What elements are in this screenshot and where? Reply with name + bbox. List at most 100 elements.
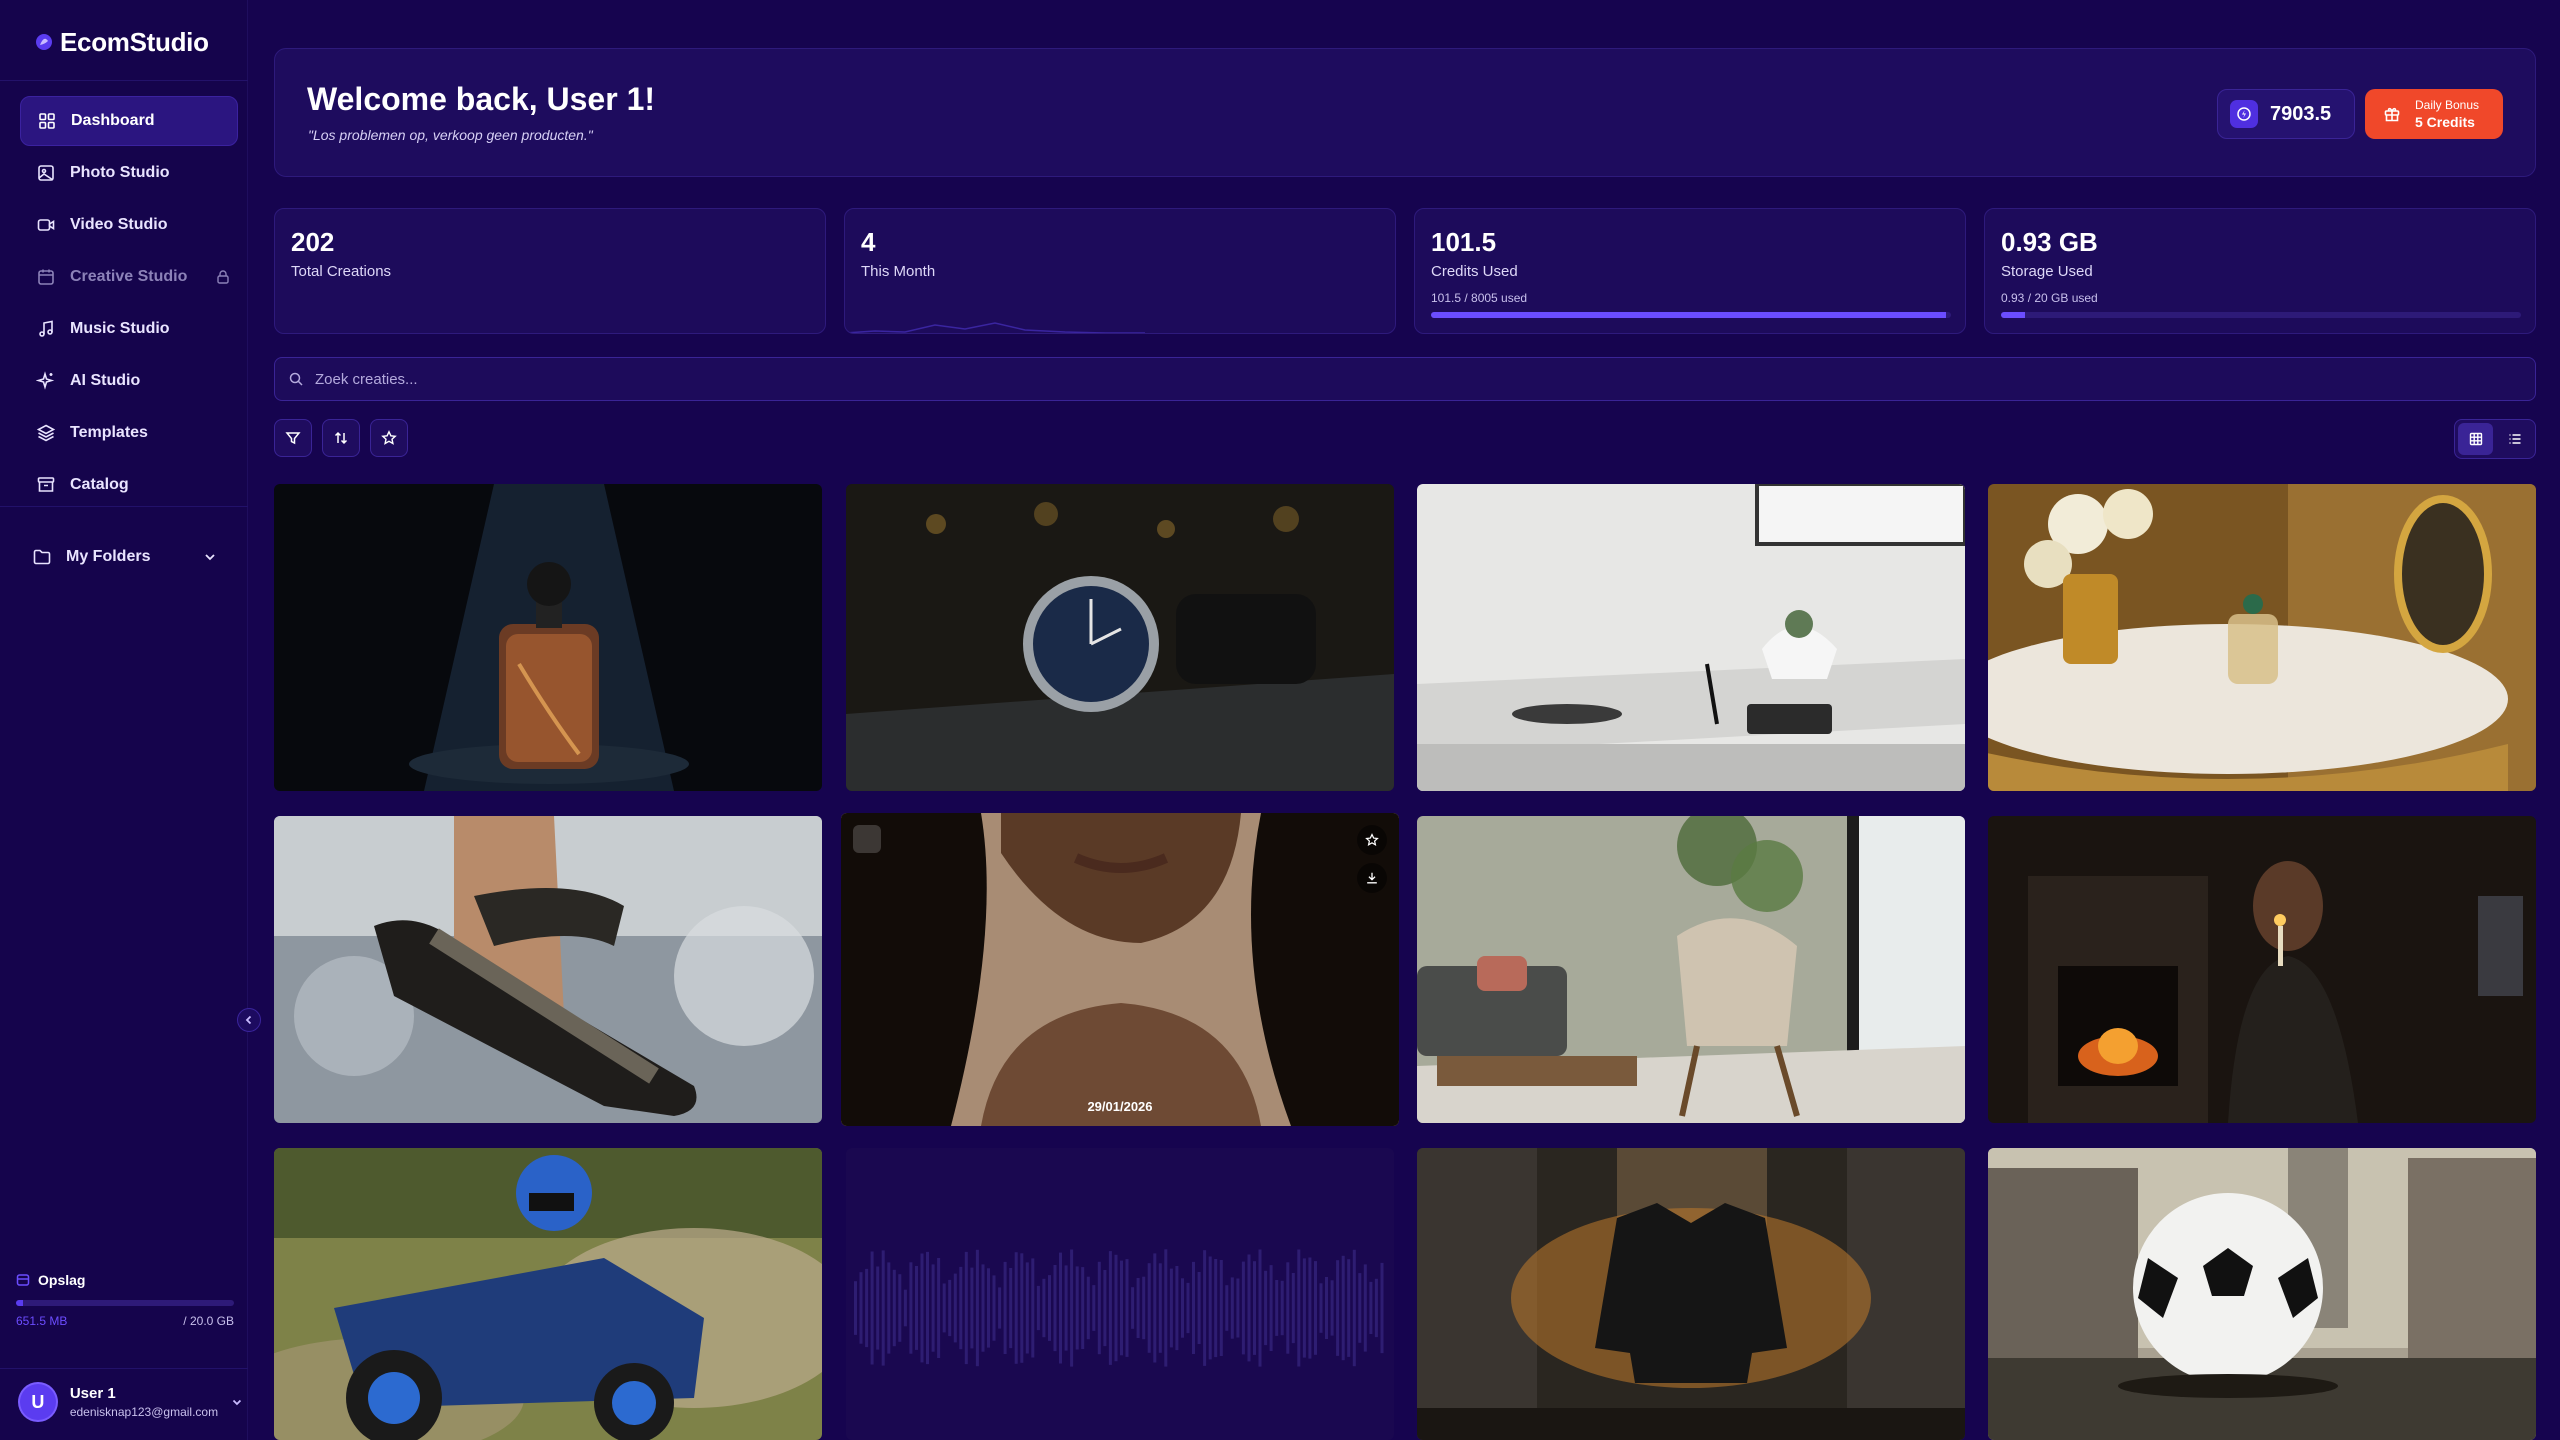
waveform-bar — [1147, 1263, 1151, 1353]
waveform-bar — [1103, 1270, 1107, 1347]
creation-tile[interactable] — [1988, 816, 2536, 1123]
waveform-bar — [1003, 1261, 1007, 1354]
waveform-bar — [1042, 1278, 1046, 1338]
waveform-bar — [1025, 1262, 1029, 1354]
waveform-bar — [1164, 1249, 1168, 1367]
sidebar-item-creative-studio[interactable]: Creative Studio — [20, 252, 238, 302]
sidebar-item-label: Catalog — [70, 476, 129, 493]
stat-card-total-creations: 202 Total Creations — [274, 208, 826, 334]
waveform-bar — [1070, 1249, 1074, 1367]
waveform-bar — [1059, 1252, 1062, 1364]
waveform-bar — [942, 1283, 946, 1333]
grid-view-button[interactable] — [2458, 423, 2493, 455]
waveform-bar — [1308, 1257, 1312, 1359]
waveform-bar — [959, 1266, 963, 1350]
waveform-bar — [1225, 1285, 1229, 1331]
favorites-button[interactable] — [370, 419, 408, 457]
search-bar — [274, 357, 2536, 401]
waveform-bar — [992, 1275, 996, 1341]
waveform-bar — [975, 1249, 979, 1367]
credits-icon-wrap — [2230, 100, 2258, 128]
woman-candle-image — [1988, 816, 2536, 1123]
search-input[interactable] — [315, 370, 2315, 388]
sidebar-item-music-studio[interactable]: Music Studio — [20, 304, 238, 354]
waveform-bar — [1369, 1281, 1373, 1334]
download-button[interactable] — [1357, 863, 1387, 893]
creation-tile[interactable] — [274, 1148, 822, 1440]
download-icon — [1367, 872, 1377, 884]
buggy-rider-image — [274, 1148, 822, 1440]
sidebar-item-catalog[interactable]: Catalog — [20, 460, 238, 510]
sidebar-item-my-folders[interactable]: My Folders — [20, 532, 238, 582]
waveform-bar — [1358, 1273, 1362, 1343]
storage-progress-fill — [16, 1300, 23, 1306]
waveform-bar — [1192, 1261, 1195, 1354]
desk-setup-image — [1417, 484, 1965, 791]
select-checkbox[interactable] — [853, 825, 881, 853]
waveform-bar — [1219, 1260, 1223, 1356]
waveform-bar — [1081, 1267, 1085, 1349]
waveform-bar — [1181, 1278, 1184, 1338]
waveform-bar — [926, 1251, 929, 1365]
user-menu[interactable]: U User 1 edenisknap123@gmail.com — [18, 1380, 244, 1424]
waveform-bar — [920, 1253, 924, 1363]
brand-logo[interactable]: EcomStudio — [34, 22, 209, 62]
waveform-bar — [1380, 1262, 1384, 1354]
bonus-title: Daily Bonus — [2415, 98, 2480, 112]
chevron-down-icon — [232, 1399, 242, 1406]
archive-icon — [37, 477, 55, 492]
filter-button[interactable] — [274, 419, 312, 457]
creation-tile[interactable]: 29/01/2026 — [841, 813, 1399, 1126]
creation-tile[interactable] — [1417, 1148, 1965, 1440]
waveform-bar — [964, 1251, 968, 1365]
sort-button[interactable] — [322, 419, 360, 457]
creation-tile[interactable] — [1417, 816, 1965, 1123]
creation-tile[interactable] — [1988, 1148, 2536, 1440]
waveform-bar — [1352, 1249, 1356, 1367]
credits-badge[interactable]: 7903.5 — [2217, 89, 2355, 139]
sidebar-item-dashboard[interactable]: Dashboard — [20, 96, 238, 146]
bonus-text: Daily Bonus 5 Credits — [2415, 98, 2479, 130]
sidebar-collapse-button[interactable] — [237, 1008, 261, 1032]
calendar-icon — [38, 269, 54, 285]
sparkline-decoration — [845, 322, 1145, 333]
sidebar-item-video-studio[interactable]: Video Studio — [20, 200, 238, 250]
waveform-bar — [1302, 1258, 1306, 1358]
user-name: User 1 — [69, 1385, 116, 1402]
waveform-bar — [898, 1274, 902, 1342]
brand-logo-icon — [36, 34, 52, 50]
creation-tile[interactable] — [846, 484, 1394, 791]
waveform-bar — [1208, 1256, 1212, 1360]
stat-subtext: 0.93 / 20 GB used — [2001, 291, 2098, 305]
waveform-bar — [854, 1281, 857, 1335]
sidebar-item-label: My Folders — [66, 548, 151, 565]
storage-total: / 20.0 GB — [183, 1314, 234, 1328]
sidebar-item-photo-studio[interactable]: Photo Studio — [20, 148, 238, 198]
portrait-woman-image — [841, 813, 1399, 1126]
stat-card-credits-used: 101.5 Credits Used 101.5 / 8005 used — [1414, 208, 1966, 334]
storage-header: Opslag — [16, 1272, 234, 1288]
creation-tile[interactable] — [1417, 484, 1965, 791]
creation-tile[interactable] — [274, 484, 822, 791]
daily-bonus-button[interactable]: Daily Bonus 5 Credits — [2365, 89, 2503, 139]
sidebar-item-templates[interactable]: Templates — [20, 408, 238, 458]
stat-progress-fill — [1431, 312, 1946, 318]
creation-tile[interactable] — [274, 816, 822, 1123]
stat-subtext: 101.5 / 8005 used — [1431, 291, 1528, 305]
creation-tile[interactable] — [1988, 484, 2536, 791]
stat-card-this-month: 4 This Month — [844, 208, 1396, 334]
waveform-bar — [1175, 1266, 1179, 1351]
creation-tile[interactable] — [846, 1148, 1394, 1440]
favorite-button[interactable] — [1357, 825, 1387, 855]
jacket-city-image — [1417, 1148, 1965, 1440]
bonus-amount: 5 Credits — [2415, 114, 2475, 130]
waveform-bar — [981, 1264, 985, 1352]
sidebar-item-ai-studio[interactable]: AI Studio — [20, 356, 238, 406]
layers-icon — [36, 424, 56, 442]
waveform-bar — [1125, 1259, 1129, 1357]
list-view-button[interactable] — [2497, 423, 2532, 455]
waveform-bar — [1120, 1260, 1123, 1356]
sidebar-item-label: Creative Studio — [70, 268, 188, 285]
stat-value: 0.93 GB — [2001, 227, 2098, 257]
waveform-bar — [1330, 1280, 1334, 1336]
